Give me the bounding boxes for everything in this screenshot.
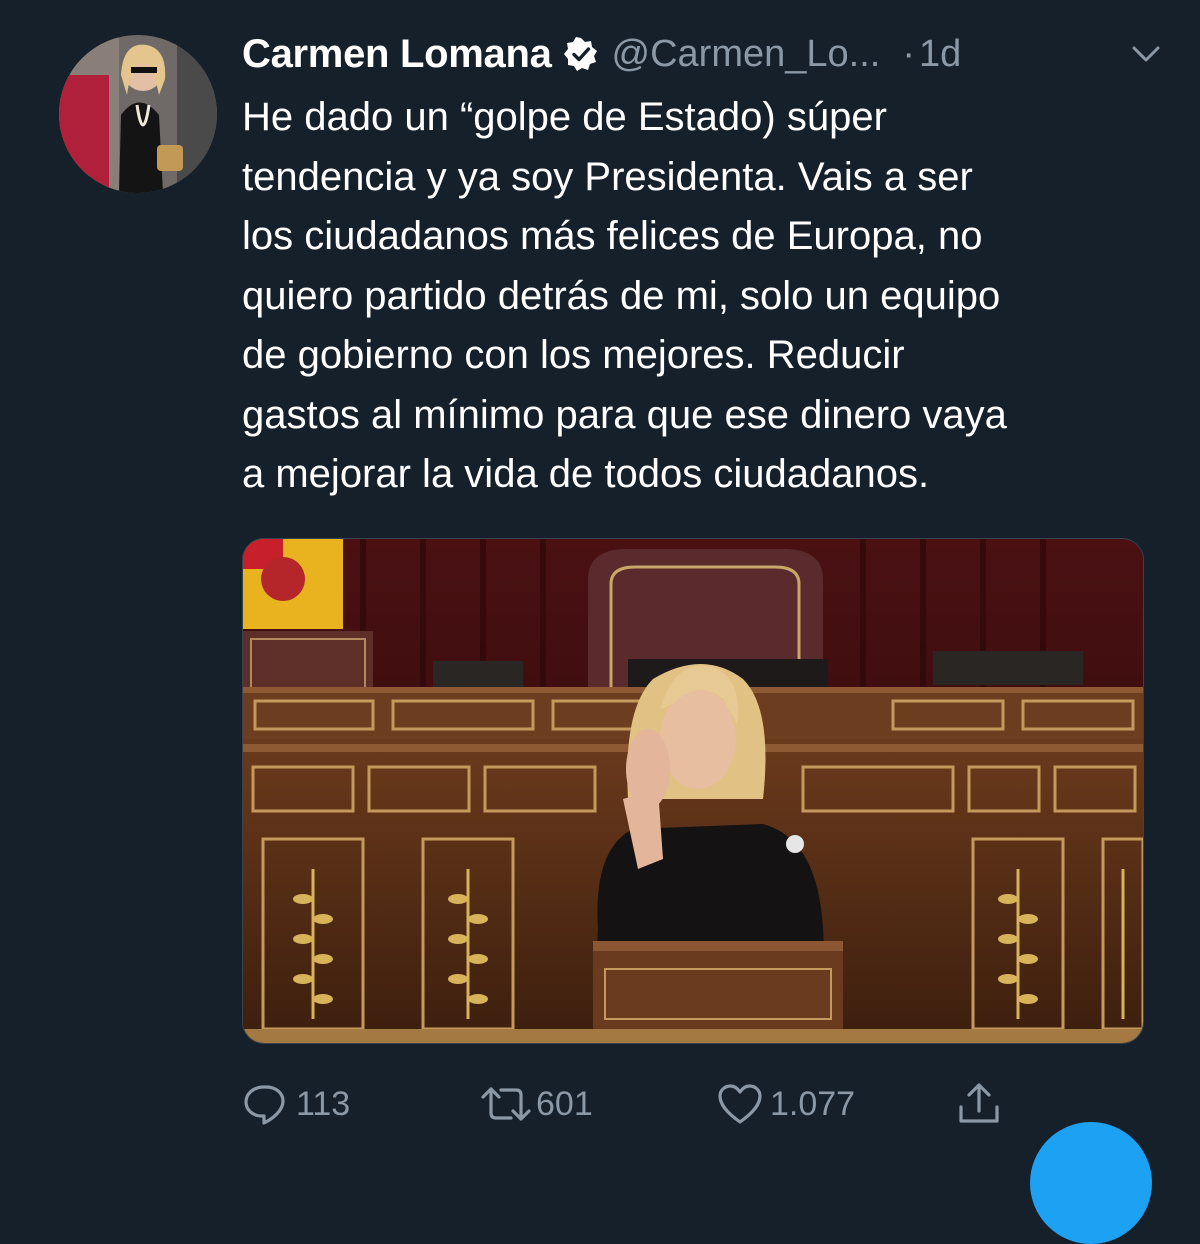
avatar-image bbox=[59, 35, 217, 193]
tweet-timestamp[interactable]: 1d bbox=[919, 33, 961, 76]
heart-icon bbox=[716, 1081, 764, 1127]
reply-button[interactable]: 113 bbox=[242, 1076, 350, 1132]
author-avatar[interactable] bbox=[59, 35, 217, 193]
share-icon bbox=[956, 1081, 1002, 1127]
like-button[interactable]: 1.077 bbox=[716, 1076, 855, 1132]
reply-icon bbox=[242, 1081, 288, 1127]
author-handle[interactable]: @Carmen_Lo... bbox=[612, 33, 881, 76]
like-count: 1.077 bbox=[770, 1084, 856, 1123]
tweet-media-image[interactable] bbox=[242, 538, 1144, 1044]
tweet-text: He dado un “golpe de Estado) súper tende… bbox=[242, 95, 1007, 496]
compose-tweet-button[interactable] bbox=[1030, 1122, 1152, 1244]
tweet-header: Carmen Lomana @Carmen_Lo... · 1d bbox=[242, 28, 1162, 80]
verified-badge-icon bbox=[563, 37, 598, 71]
retweet-count: 601 bbox=[536, 1084, 593, 1123]
reply-count: 113 bbox=[296, 1084, 351, 1123]
retweet-button[interactable]: 601 bbox=[480, 1076, 593, 1132]
tweet-actions: 113 601 1.077 bbox=[242, 1076, 1002, 1132]
retweet-icon bbox=[480, 1081, 532, 1127]
chevron-down-icon[interactable] bbox=[1130, 38, 1162, 70]
author-name[interactable]: Carmen Lomana bbox=[242, 32, 552, 77]
share-button[interactable] bbox=[956, 1076, 1002, 1132]
time-separator: · bbox=[902, 32, 915, 75]
parliament-photo bbox=[243, 539, 1143, 1043]
